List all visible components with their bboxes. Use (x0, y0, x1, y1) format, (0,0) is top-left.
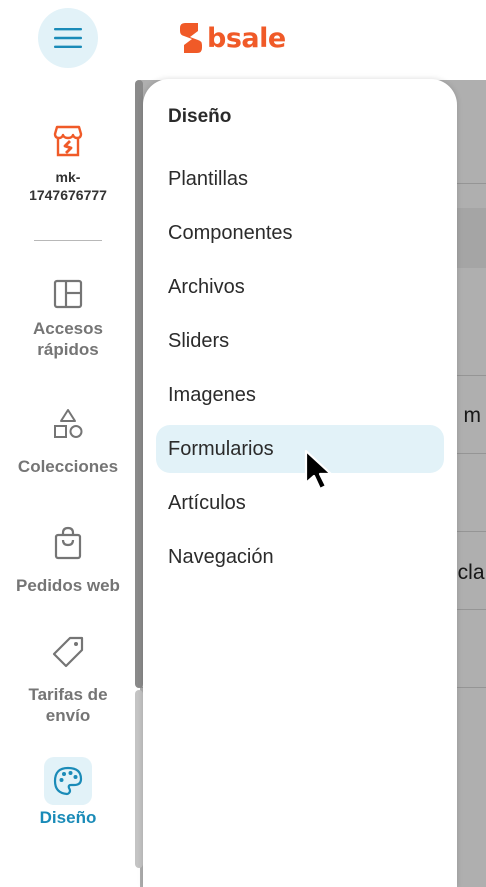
submenu-item-navegacion[interactable]: Navegación (156, 533, 444, 581)
brand-name: bsale (207, 22, 286, 54)
sidebar-item-tarifas-de-envio[interactable]: Tarifas de envío (0, 628, 136, 726)
menu-button[interactable] (38, 8, 98, 68)
sidebar-divider (34, 240, 102, 241)
submenu-item-componentes[interactable]: Componentes (156, 209, 444, 257)
store-icon (53, 125, 83, 157)
store-name: mk- 1747676777 (29, 169, 107, 203)
submenu-item-archivos[interactable]: Archivos (156, 263, 444, 311)
layout-icon (53, 279, 83, 309)
sidebar-item-label: Diseño (39, 808, 97, 827)
top-bar: bsale (0, 0, 486, 80)
sidebar-item-label: Tarifas de envío (28, 685, 108, 725)
shopping-bag-icon (54, 526, 82, 560)
submenu-item-articulos[interactable]: Artículos (156, 479, 444, 527)
sidebar-item-label: Pedidos web (16, 576, 120, 595)
shapes-icon (54, 409, 83, 438)
submenu-title: Diseño (168, 106, 232, 127)
sidebar-item-label: Colecciones (17, 457, 119, 476)
sidebar-item-diseno[interactable]: Diseño (0, 757, 136, 828)
design-submenu-panel: Diseño Plantillas Componentes Archivos S… (143, 79, 457, 887)
tag-icon (52, 636, 84, 668)
brand-logo[interactable]: bsale (178, 22, 286, 54)
store-selector[interactable]: mk- 1747676777 (0, 124, 136, 204)
sidebar-scrollbar-thumb[interactable] (135, 80, 143, 688)
submenu-item-imagenes[interactable]: Imagenes (156, 371, 444, 419)
submenu-item-plantillas[interactable]: Plantillas (156, 155, 444, 203)
mouse-cursor-icon (304, 449, 333, 491)
sidebar-item-label: Accesos rápidos (33, 319, 103, 359)
hamburger-icon (54, 28, 82, 48)
sidebar-item-accesos-rapidos[interactable]: Accesos rápidos (0, 270, 136, 360)
sidebar-scrollbar-track[interactable] (135, 690, 143, 868)
bsale-logo-icon (180, 23, 202, 53)
sidebar-item-pedidos-web[interactable]: Pedidos web (0, 519, 136, 596)
palette-icon (53, 766, 83, 796)
submenu-item-sliders[interactable]: Sliders (156, 317, 444, 365)
submenu-item-formularios[interactable]: Formularios (156, 425, 444, 473)
sidebar-item-colecciones[interactable]: Colecciones (0, 400, 136, 477)
